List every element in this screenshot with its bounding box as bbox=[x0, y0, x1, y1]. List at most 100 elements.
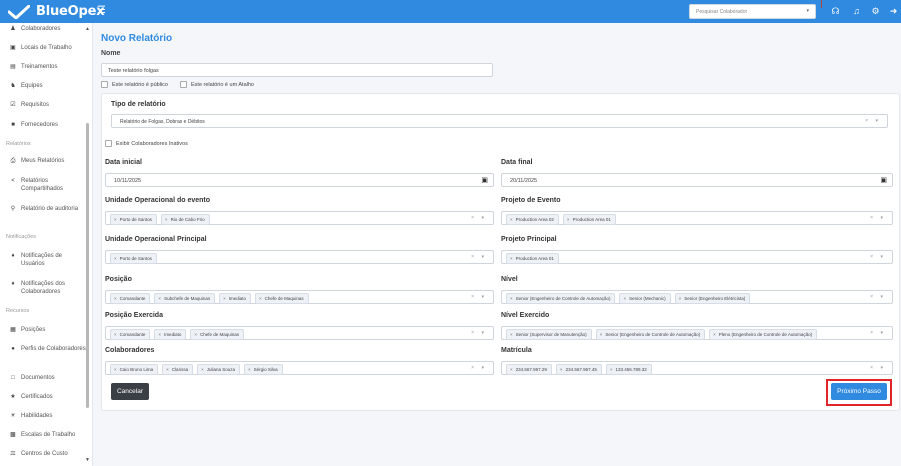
registration-select[interactable]: × 234.567.967.29 × 234.567.967.45 × 133.456.7… bbox=[501, 361, 893, 375]
checkbox-box[interactable] bbox=[180, 81, 187, 88]
remove-tag-icon[interactable]: × bbox=[114, 256, 117, 261]
remove-tag-icon[interactable]: × bbox=[165, 217, 168, 222]
select-controls-icon[interactable]: × ▾ bbox=[870, 294, 886, 300]
sidebar-item-centros-custo[interactable]: ⚖ Centros de Custo bbox=[9, 450, 87, 458]
remove-tag-icon[interactable]: × bbox=[194, 332, 197, 337]
selected-tag[interactable]: × Subchefe de Maquinas bbox=[154, 293, 216, 304]
selected-tag[interactable]: × Rio de Cabo Frio bbox=[160, 214, 210, 225]
select-controls-icon[interactable]: × ▾ bbox=[870, 330, 886, 336]
checkbox-box[interactable] bbox=[101, 81, 108, 88]
sidebar-item-perfis[interactable]: ● Perfis de Colaboradores bbox=[9, 345, 87, 353]
selected-tag[interactable]: × Chefe de Maquinas bbox=[255, 293, 309, 304]
select-controls-icon[interactable]: × ▾ bbox=[865, 118, 881, 124]
remove-tag-icon[interactable]: × bbox=[623, 296, 626, 301]
selected-tag[interactable]: × 234.567.967.29 bbox=[506, 364, 552, 375]
selected-tag[interactable]: × Porto de Santos bbox=[110, 214, 157, 225]
remove-tag-icon[interactable]: × bbox=[166, 367, 169, 372]
sidebar-item-locais[interactable]: ▣ Locais de Trabalho bbox=[9, 44, 87, 52]
select-controls-icon[interactable]: × ▾ bbox=[471, 294, 487, 300]
select-controls-icon[interactable]: × ▾ bbox=[471, 330, 487, 336]
remove-tag-icon[interactable]: × bbox=[114, 332, 117, 337]
calendar-icon[interactable]: ▣ bbox=[880, 176, 887, 184]
bell-icon[interactable]: ♫ bbox=[851, 5, 862, 17]
remove-tag-icon[interactable]: × bbox=[600, 332, 603, 337]
sidebar-item-equipes[interactable]: ♞ Equipes bbox=[9, 82, 87, 90]
selected-tag[interactable]: × Imediato bbox=[154, 329, 187, 340]
collaborators-select[interactable]: × Caio Bruno Lima × Clarissa × Juliana Souza ×… bbox=[105, 361, 494, 375]
cancel-button[interactable]: Cancelar bbox=[111, 383, 149, 400]
selected-tag[interactable]: × Senior (Mechanic) bbox=[619, 293, 671, 304]
checkbox-box[interactable] bbox=[105, 140, 112, 147]
selected-tag[interactable]: × Production Area 02 bbox=[506, 214, 559, 225]
remove-tag-icon[interactable]: × bbox=[510, 332, 513, 337]
sidebar-item-fornecedores[interactable]: ■ Fornecedores bbox=[9, 121, 87, 129]
selected-tag[interactable]: × Senior (Engenheiro de Controle de Autom… bbox=[506, 293, 616, 304]
remove-tag-icon[interactable]: × bbox=[248, 367, 251, 372]
selected-tag[interactable]: × Imediato bbox=[219, 293, 252, 304]
brand-logo[interactable]: BlueOpex bbox=[8, 3, 105, 20]
sidebar-item-posicoes[interactable]: ▦ Posições bbox=[9, 326, 87, 334]
remove-tag-icon[interactable]: × bbox=[610, 367, 613, 372]
next-step-button[interactable]: Próximo Passo bbox=[831, 383, 887, 400]
selected-tag[interactable]: × Senior (Engenheiro Elétricista) bbox=[674, 293, 751, 304]
sidebar-item-escalas[interactable]: ▩ Escalas de Trabalho bbox=[9, 431, 87, 439]
sidebar-item-documentos[interactable]: □ Documentos bbox=[9, 374, 87, 382]
remove-tag-icon[interactable]: × bbox=[201, 367, 204, 372]
selected-tag[interactable]: × Clarissa bbox=[162, 364, 194, 375]
select-controls-icon[interactable]: × ▾ bbox=[471, 215, 487, 221]
selected-tag[interactable]: × Comandante bbox=[110, 293, 151, 304]
sidebar-item-requisitos[interactable]: ☑ Requisitos bbox=[9, 101, 87, 109]
select-controls-icon[interactable]: × ▾ bbox=[870, 215, 886, 221]
sidebar-item-habilidades[interactable]: ☀ Habilidades bbox=[9, 412, 87, 420]
remove-tag-icon[interactable]: × bbox=[510, 256, 513, 261]
menu-icon[interactable]: ☰ bbox=[97, 5, 107, 17]
selected-tag[interactable]: × Production Area 01 bbox=[506, 253, 559, 264]
remove-tag-icon[interactable]: × bbox=[158, 332, 161, 337]
event-unit-select[interactable]: × Porto de Santos × Rio de Cabo Frio × ▾ bbox=[105, 211, 494, 225]
headset-icon[interactable]: ☊ bbox=[830, 5, 841, 17]
selected-tag[interactable]: × Juliana Souza bbox=[197, 364, 240, 375]
main-unit-select[interactable]: × Porto de Santos × ▾ bbox=[105, 250, 494, 264]
remove-tag-icon[interactable]: × bbox=[560, 367, 563, 372]
sidebar-item-certificados[interactable]: ★ Certificados bbox=[9, 393, 87, 401]
remove-tag-icon[interactable]: × bbox=[567, 217, 570, 222]
selected-tag[interactable]: × Senior (Supervisor de Manutenção) bbox=[506, 329, 592, 340]
remove-tag-icon[interactable]: × bbox=[713, 332, 716, 337]
selected-tag[interactable]: × Chefe de Maquinas bbox=[190, 329, 244, 340]
selected-tag[interactable]: × 234.567.967.45 bbox=[555, 364, 602, 375]
sidebar-item-notificacoes-usuarios[interactable]: ♦ Notificações de Usuários bbox=[9, 252, 87, 268]
shortcut-checkbox[interactable]: Este relatório é um Atalho bbox=[180, 81, 254, 88]
calendar-icon[interactable]: ▣ bbox=[481, 176, 488, 184]
selected-tag[interactable]: × Pleno (Engenheiro de Controle de Automa… bbox=[709, 329, 818, 340]
collaborator-search-select[interactable]: Pesquisar Colaborador ▾ bbox=[689, 4, 816, 19]
name-input[interactable]: Teste relatório folgas bbox=[101, 63, 493, 77]
show-inactive-checkbox[interactable]: Exibir Colaboradores Inativos bbox=[105, 140, 188, 147]
selected-tag[interactable]: × Caio Bruno Lima bbox=[110, 364, 159, 375]
report-type-select[interactable]: Relatório de Folgas, Dobras e Débitos × … bbox=[111, 114, 888, 128]
remove-tag-icon[interactable]: × bbox=[114, 367, 117, 372]
exercised-level-select[interactable]: × Senior (Supervisor de Manutenção) × Senio… bbox=[501, 326, 893, 340]
main-project-select[interactable]: × Production Area 01 × ▾ bbox=[501, 250, 893, 264]
sidebar-item-notificacoes-colaboradores[interactable]: ♦ Notificações dos Colaboradores bbox=[9, 280, 87, 296]
selected-tag[interactable]: × Production Area 01 bbox=[562, 214, 616, 225]
select-controls-icon[interactable]: × ▾ bbox=[471, 254, 487, 260]
remove-tag-icon[interactable]: × bbox=[259, 296, 262, 301]
select-controls-icon[interactable]: × ▾ bbox=[471, 365, 487, 371]
sidebar-item-relatorio-auditoria[interactable]: ⚲ Relatório de auditoria bbox=[9, 205, 87, 213]
sidebar-item-meus-relatorios[interactable]: ⎙ Meus Relatórios bbox=[9, 157, 87, 165]
select-controls-icon[interactable]: × ▾ bbox=[870, 365, 886, 371]
exercised-position-select[interactable]: × Comandante × Imediato × Chefe de Maquinas × … bbox=[105, 326, 494, 340]
selected-tag[interactable]: × 133.456.789.32 bbox=[605, 364, 652, 375]
remove-tag-icon[interactable]: × bbox=[114, 296, 117, 301]
remove-tag-icon[interactable]: × bbox=[223, 296, 226, 301]
remove-tag-icon[interactable]: × bbox=[679, 296, 682, 301]
level-select[interactable]: × Senior (Engenheiro de Controle de Autom… bbox=[501, 290, 893, 304]
remove-tag-icon[interactable]: × bbox=[114, 217, 117, 222]
position-select[interactable]: × Comandante × Subchefe de Maquinas × Imediat… bbox=[105, 290, 494, 304]
logout-icon[interactable]: ➜ bbox=[888, 5, 899, 17]
sidebar-item-treinamentos[interactable]: ▤ Treinamentos bbox=[9, 63, 87, 71]
sidebar-item-relatorios-compartilhados[interactable]: < Relatórios Compartilhados bbox=[9, 177, 87, 193]
start-date-input[interactable]: 10/11/2025 ▣ bbox=[105, 173, 494, 187]
event-project-select[interactable]: × Production Area 02 × Production Area 01 × … bbox=[501, 211, 893, 225]
selected-tag[interactable]: × Porto de Santos bbox=[110, 253, 157, 264]
